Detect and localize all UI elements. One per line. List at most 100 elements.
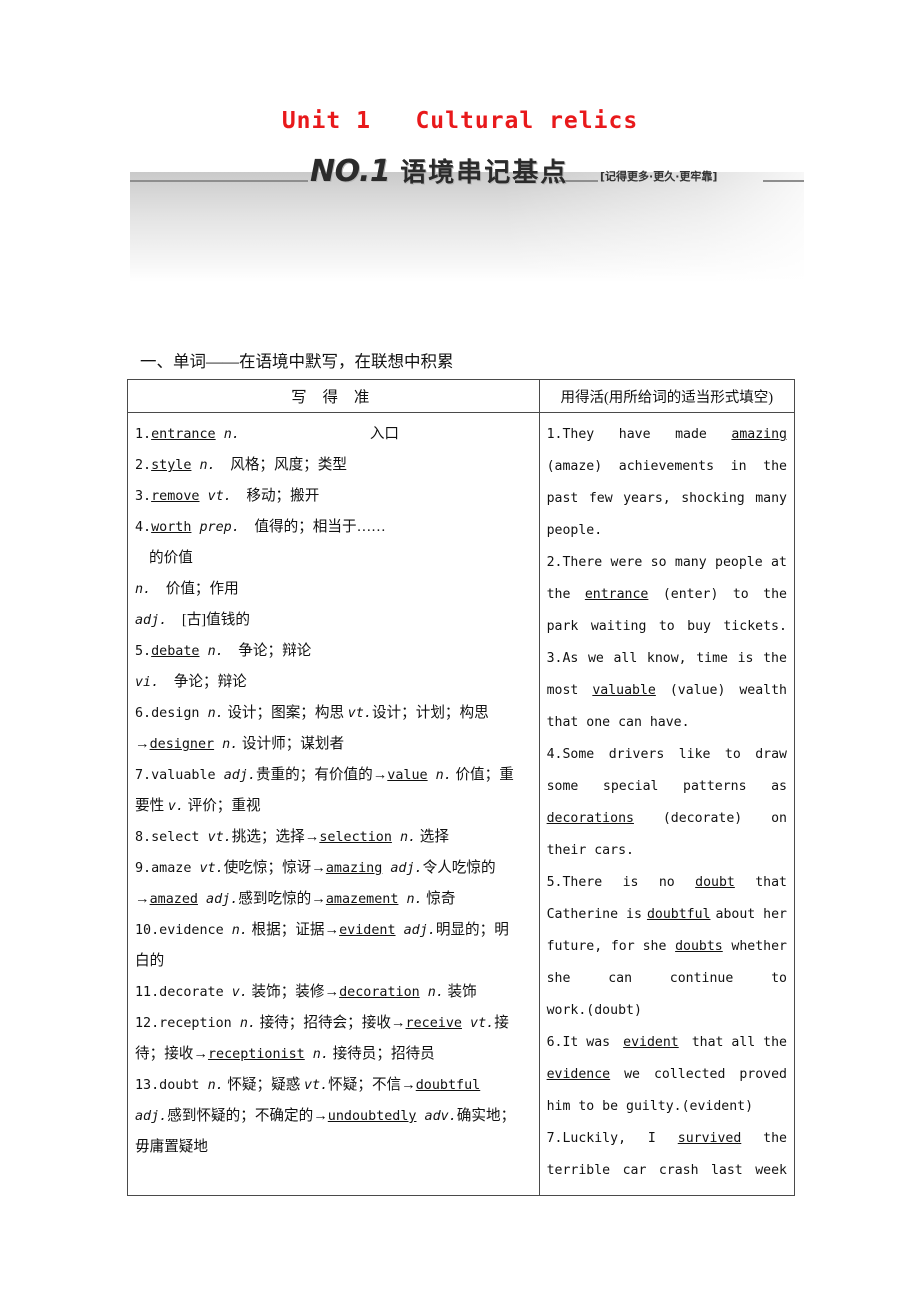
vocabulary-keyword: value [387, 768, 428, 783]
table-header-row: 写 得 准 用得活(用所给词的适当形式填空) [127, 379, 796, 413]
column-header-write: 写 得 准 [127, 379, 540, 413]
vocabulary-entry: 3.remove vt. 移动；搬开 [135, 488, 320, 504]
part-of-speech: n. [135, 582, 152, 597]
vocabulary-keyword: decoration [339, 985, 420, 1000]
vocabulary-entry: 的价值 [149, 550, 193, 566]
exercise-sentence-line: future, for she doubts whether [547, 931, 787, 963]
exercise-sentence-line: 4.Some drivers like to draw [546, 747, 787, 762]
exercise-sentence-line: that one can have. [546, 715, 690, 730]
exercise-sentence-line: people. [546, 523, 603, 538]
part-of-speech: adv. [424, 1109, 457, 1124]
exercise-sentence-line: 5.There is no doubt that [547, 867, 787, 899]
exercise-sentence-line: terrible car crash last week [546, 1163, 787, 1178]
vocabulary-keyword: evident [339, 923, 396, 938]
exercise-sentence-line: 2.There were so many people at [546, 555, 787, 570]
part-of-speech: n. [399, 830, 417, 845]
answer-blank: amazing [731, 427, 787, 442]
exercise-sentence-line: their cars. [546, 843, 634, 858]
exercise-sentence-line: 6.It was evident that all the [547, 1027, 787, 1059]
exercise-sentence-line: work.(doubt) [546, 1003, 642, 1018]
vocabulary-entry: 要性 v. 评价；重视 [135, 798, 261, 814]
answer-blank: doubtful [646, 907, 711, 922]
section-heading: 一、单词——在语境中默写，在联想中积累 [140, 352, 454, 371]
table-body-row: 1.entrance n. 入口 2.style n. 风格；风度；类型 3.remo… [127, 412, 796, 1196]
vocabulary-keyword: remove [151, 489, 200, 504]
exercise-sentence-line: (amaze) achievements in the [546, 459, 787, 474]
part-of-speech: v. [167, 799, 184, 814]
answer-blank: decorations [546, 811, 634, 826]
part-of-speech: v. [231, 985, 248, 1000]
part-of-speech: vt. [347, 706, 372, 721]
answer-blank: entrance [584, 587, 649, 602]
vocabulary-entry: →designer n. 设计师；谋划者 [135, 736, 345, 752]
exercise-sentence-line: she can continue to [546, 971, 787, 986]
banner-number-label: NO.1 [310, 154, 391, 189]
vocabulary-keyword: debate [151, 644, 200, 659]
part-of-speech: n. [207, 1078, 224, 1093]
column-header-use: 用得活(用所给词的适当形式填空) [538, 379, 796, 413]
vocabulary-entry: 8.select vt.挑选；选择→selection n. 选择 [135, 829, 449, 845]
part-of-speech: adj. [206, 892, 239, 907]
vocabulary-keyword: worth [151, 520, 192, 535]
vocabulary-keyword: style [151, 458, 192, 473]
vocabulary-keyword: receptionist [207, 1047, 305, 1062]
column-header-use-label: 用得活(用所给词的适当形式填空) [560, 389, 774, 406]
vocabulary-keyword: undoubtedly [327, 1109, 417, 1124]
part-of-speech: n. [435, 768, 452, 783]
exercise-sentence-line: 7.Luckily, Isurvived the [547, 1123, 787, 1155]
part-of-speech: vt. [470, 1016, 495, 1031]
vocabulary-entry: →amazed adj.感到吃惊的→amazement n. 惊奇 [135, 891, 456, 907]
vocabulary-entry: 10.evidence n. 根据；证据→evident adj.明显的；明 [135, 922, 509, 938]
part-of-speech: n. [222, 737, 239, 752]
exercise-sentences-cell: 1.They have made amazing (amaze) achievements… [538, 412, 796, 1196]
exercise-sentence-line: park waiting to buy tickets. [546, 619, 787, 634]
exercise-sentence-line: 3.As we all know, time is the [546, 651, 787, 666]
part-of-speech: adj. [223, 768, 256, 783]
vocabulary-list: 1.entrance n. 入口 2.style n. 风格；风度；类型 3.remo… [128, 413, 539, 1171]
answer-blank: survived [677, 1131, 742, 1146]
part-of-speech: vi. [135, 675, 160, 690]
vocabulary-keyword: entrance [151, 427, 216, 442]
vocabulary-keyword: amazed [149, 892, 198, 907]
part-of-speech: n. [239, 1016, 256, 1031]
exercise-sentence-line: past few years, shocking many [546, 491, 787, 506]
vocabulary-list-cell: 1.entrance n. 入口 2.style n. 风格；风度；类型 3.remo… [127, 412, 540, 1196]
exercise-sentence-line: some special patterns as [546, 779, 787, 794]
part-of-speech: n. [199, 458, 216, 473]
banner-tagline: [记得更多·更久·更牢靠] [600, 170, 718, 183]
vocabulary-keyword: receive [405, 1016, 462, 1031]
part-of-speech: n. [427, 985, 444, 1000]
banner-rule-right [763, 180, 804, 182]
part-of-speech: n. [312, 1047, 329, 1062]
exercise-sentence-line: him to be guilty.(evident) [546, 1099, 754, 1114]
part-of-speech: adj. [390, 861, 423, 876]
vocabulary-entry: 9.amaze vt.使吃惊；惊讶→amazing adj.令人吃惊的 [135, 860, 496, 876]
vocabulary-entry: 1.entrance n. 入口 [135, 426, 400, 442]
exercise-sentences-list: 1.They have made amazing (amaze) achievements… [540, 413, 794, 1195]
vocabulary-entry: 毋庸置疑地 [135, 1139, 208, 1155]
part-of-speech: adj. [135, 613, 168, 628]
vocabulary-entry: 4.worth prep. 值得的；相当于…… [135, 519, 386, 535]
column-header-write-label: 写 得 准 [291, 389, 376, 406]
vocabulary-keyword: doubtful [415, 1078, 481, 1093]
part-of-speech: n. [231, 923, 248, 938]
vocabulary-entry: 12.reception n. 接待；招待会；接收→receive vt.接 [135, 1015, 509, 1031]
vocabulary-table: 写 得 准 用得活(用所给词的适当形式填空) 1.entrance n. 入口 2.… [127, 379, 796, 1196]
vocabulary-keyword: designer [149, 737, 215, 752]
part-of-speech: vt. [303, 1078, 329, 1093]
vocabulary-entry: vi. 争论；辩论 [135, 674, 247, 690]
vocabulary-entry: 5.debate n. 争论；辩论 [135, 643, 312, 659]
answer-blank: evidence [546, 1067, 611, 1082]
vocabulary-entry: 待；接收→receptionist n. 接待员；招待员 [135, 1046, 435, 1062]
vocabulary-entry: 13.doubt n. 怀疑；疑惑 vt.怀疑；不信→doubtful [135, 1077, 481, 1093]
answer-blank: doubts [675, 939, 723, 954]
vocabulary-entry: 11.decorate v. 装饰；装修→decoration n. 装饰 [135, 984, 477, 1000]
part-of-speech: vt. [207, 489, 232, 504]
vocabulary-entry: n. 价值；作用 [135, 581, 239, 597]
vocabulary-entry: adj. [古]值钱的 [135, 612, 250, 628]
part-of-speech: n. [207, 706, 224, 721]
vocabulary-entry: 白的 [135, 953, 165, 969]
answer-blank: valuable [592, 683, 656, 698]
part-of-speech: adj. [403, 923, 436, 938]
exercise-sentence-line: most valuable (value) wealth [547, 675, 787, 707]
